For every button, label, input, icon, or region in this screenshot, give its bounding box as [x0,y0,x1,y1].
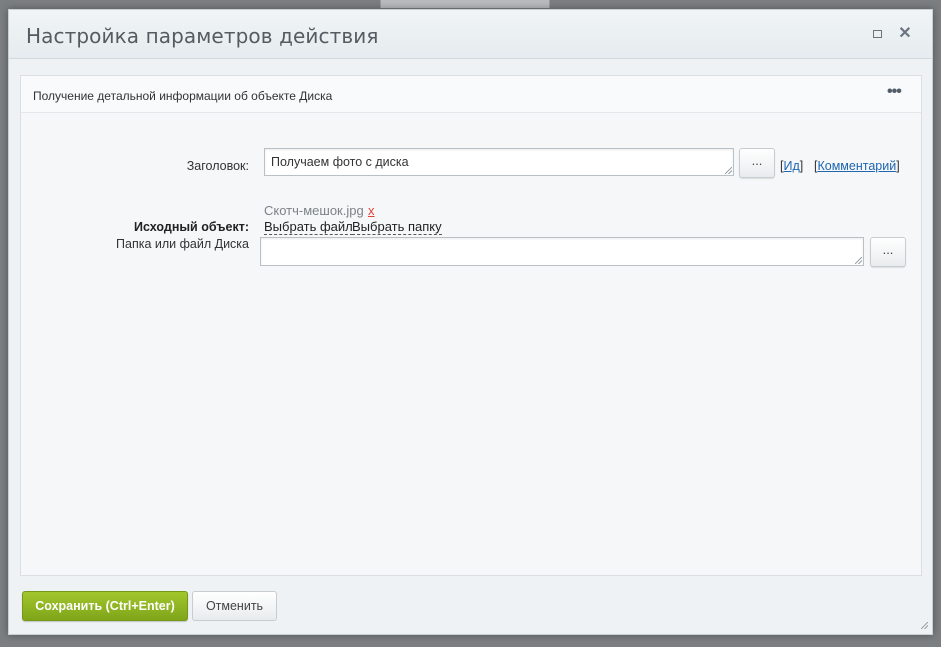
close-icon[interactable]: ✕ [897,26,913,42]
id-link-wrapper: [Ид] [780,159,804,173]
title-insert-value-button[interactable]: ... [739,148,775,178]
selected-file-name: Скотч-мешок.jpg [264,203,364,218]
title-field-label: Заголовок: [186,159,249,173]
title-input[interactable] [264,148,734,176]
more-options-icon[interactable]: ••• [887,84,907,100]
action-panel: Получение детальной информации об объект… [20,75,922,576]
dialog-titlebar: Настройка параметров действия ✕ [9,10,932,59]
panel-title: Получение детальной информации об объект… [33,89,333,103]
folder-or-file-input[interactable] [260,237,864,266]
panel-header: Получение детальной информации об объект… [21,76,921,113]
action-settings-dialog: Настройка параметров действия ✕ Получени… [8,9,933,635]
id-link[interactable]: Ид [783,159,799,173]
cancel-button[interactable]: Отменить [192,591,277,621]
choose-folder-link[interactable]: Выбрать папку [352,220,442,235]
source-object-label: Исходный объект: [134,220,249,234]
folder-insert-value-button[interactable]: ... [870,237,906,267]
maximize-icon[interactable] [869,26,885,42]
comment-link-wrapper: [Комментарий] [814,159,900,173]
save-button[interactable]: Сохранить (Ctrl+Enter) [22,591,188,621]
background-window-fragment [380,0,550,8]
comment-link[interactable]: Комментарий [817,159,896,173]
remove-file-button[interactable]: x [368,203,375,218]
dialog-resize-grip-icon[interactable] [921,622,928,629]
choose-file-link[interactable]: Выбрать файл [264,220,353,235]
dialog-title: Настройка параметров действия [26,24,379,48]
folder-field-label: Папка или файл Диска [116,237,249,251]
